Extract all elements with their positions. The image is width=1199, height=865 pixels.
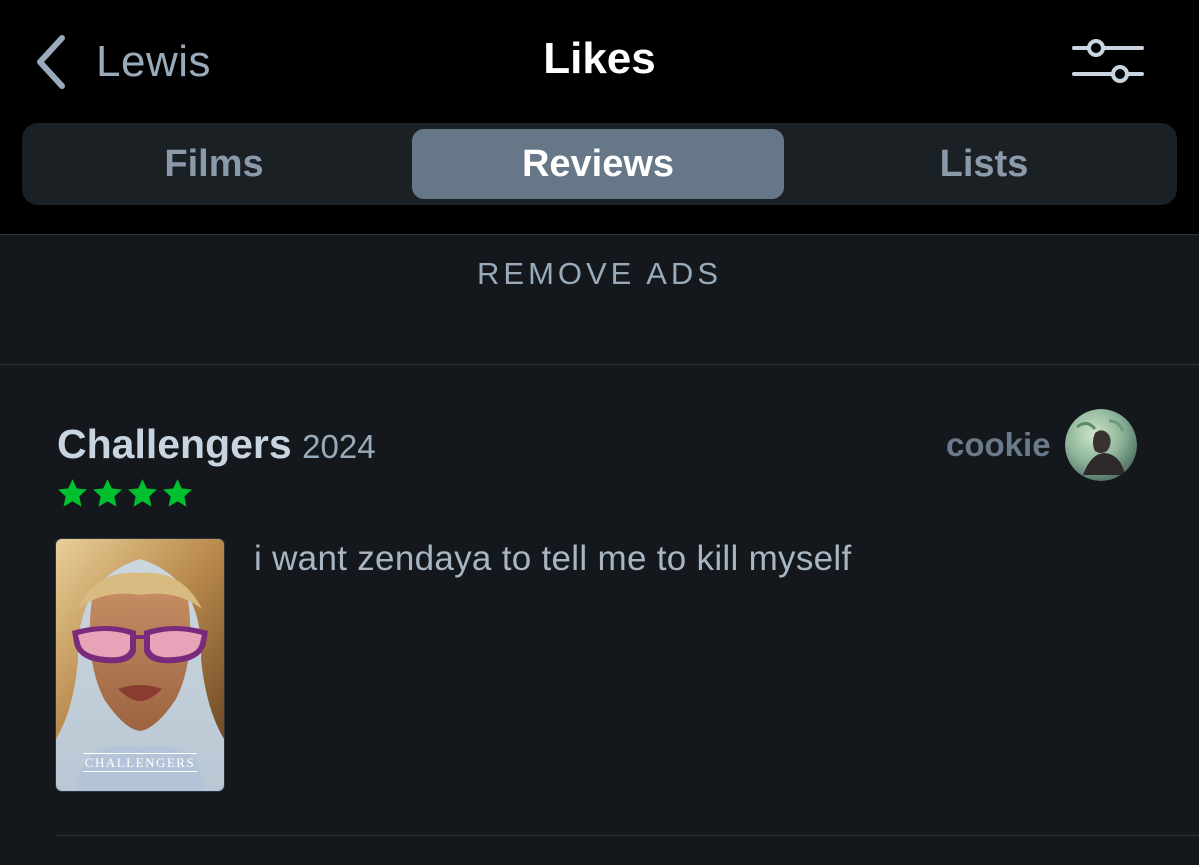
tab-reviews[interactable]: Reviews [412,129,784,199]
reviewer[interactable]: cookie [946,409,1137,481]
top-bar: Lewis Likes Films Reviews Lists [0,0,1199,234]
poster-title: CHALLENGERS [82,753,198,772]
filter-button[interactable] [1070,36,1146,86]
star-icon [163,479,192,507]
sliders-icon [1072,39,1144,83]
film-title[interactable]: Challengers [57,421,292,467]
tab-lists[interactable]: Lists [798,129,1170,199]
film-year: 2024 [302,428,376,465]
film-heading: Challengers 2024 [57,421,376,468]
tab-films[interactable]: Films [28,129,400,199]
film-poster[interactable]: CHALLENGERS [56,539,224,791]
review-item[interactable]: Challengers 2024 cookie CHALLENGERS i wa… [0,365,1199,865]
star-rating [56,477,194,513]
avatar [1064,409,1137,481]
segmented-control: Films Reviews Lists [22,123,1177,205]
divider [0,234,1199,235]
reviewer-name: cookie [946,426,1051,463]
star-icon [128,479,157,507]
remove-ads-link[interactable]: REMOVE ADS [0,256,1199,292]
divider [56,835,1199,836]
page-title: Likes [543,34,656,83]
star-icon [58,479,87,507]
review-text[interactable]: i want zendaya to tell me to kill myself [254,539,852,579]
star-icon [93,479,122,507]
